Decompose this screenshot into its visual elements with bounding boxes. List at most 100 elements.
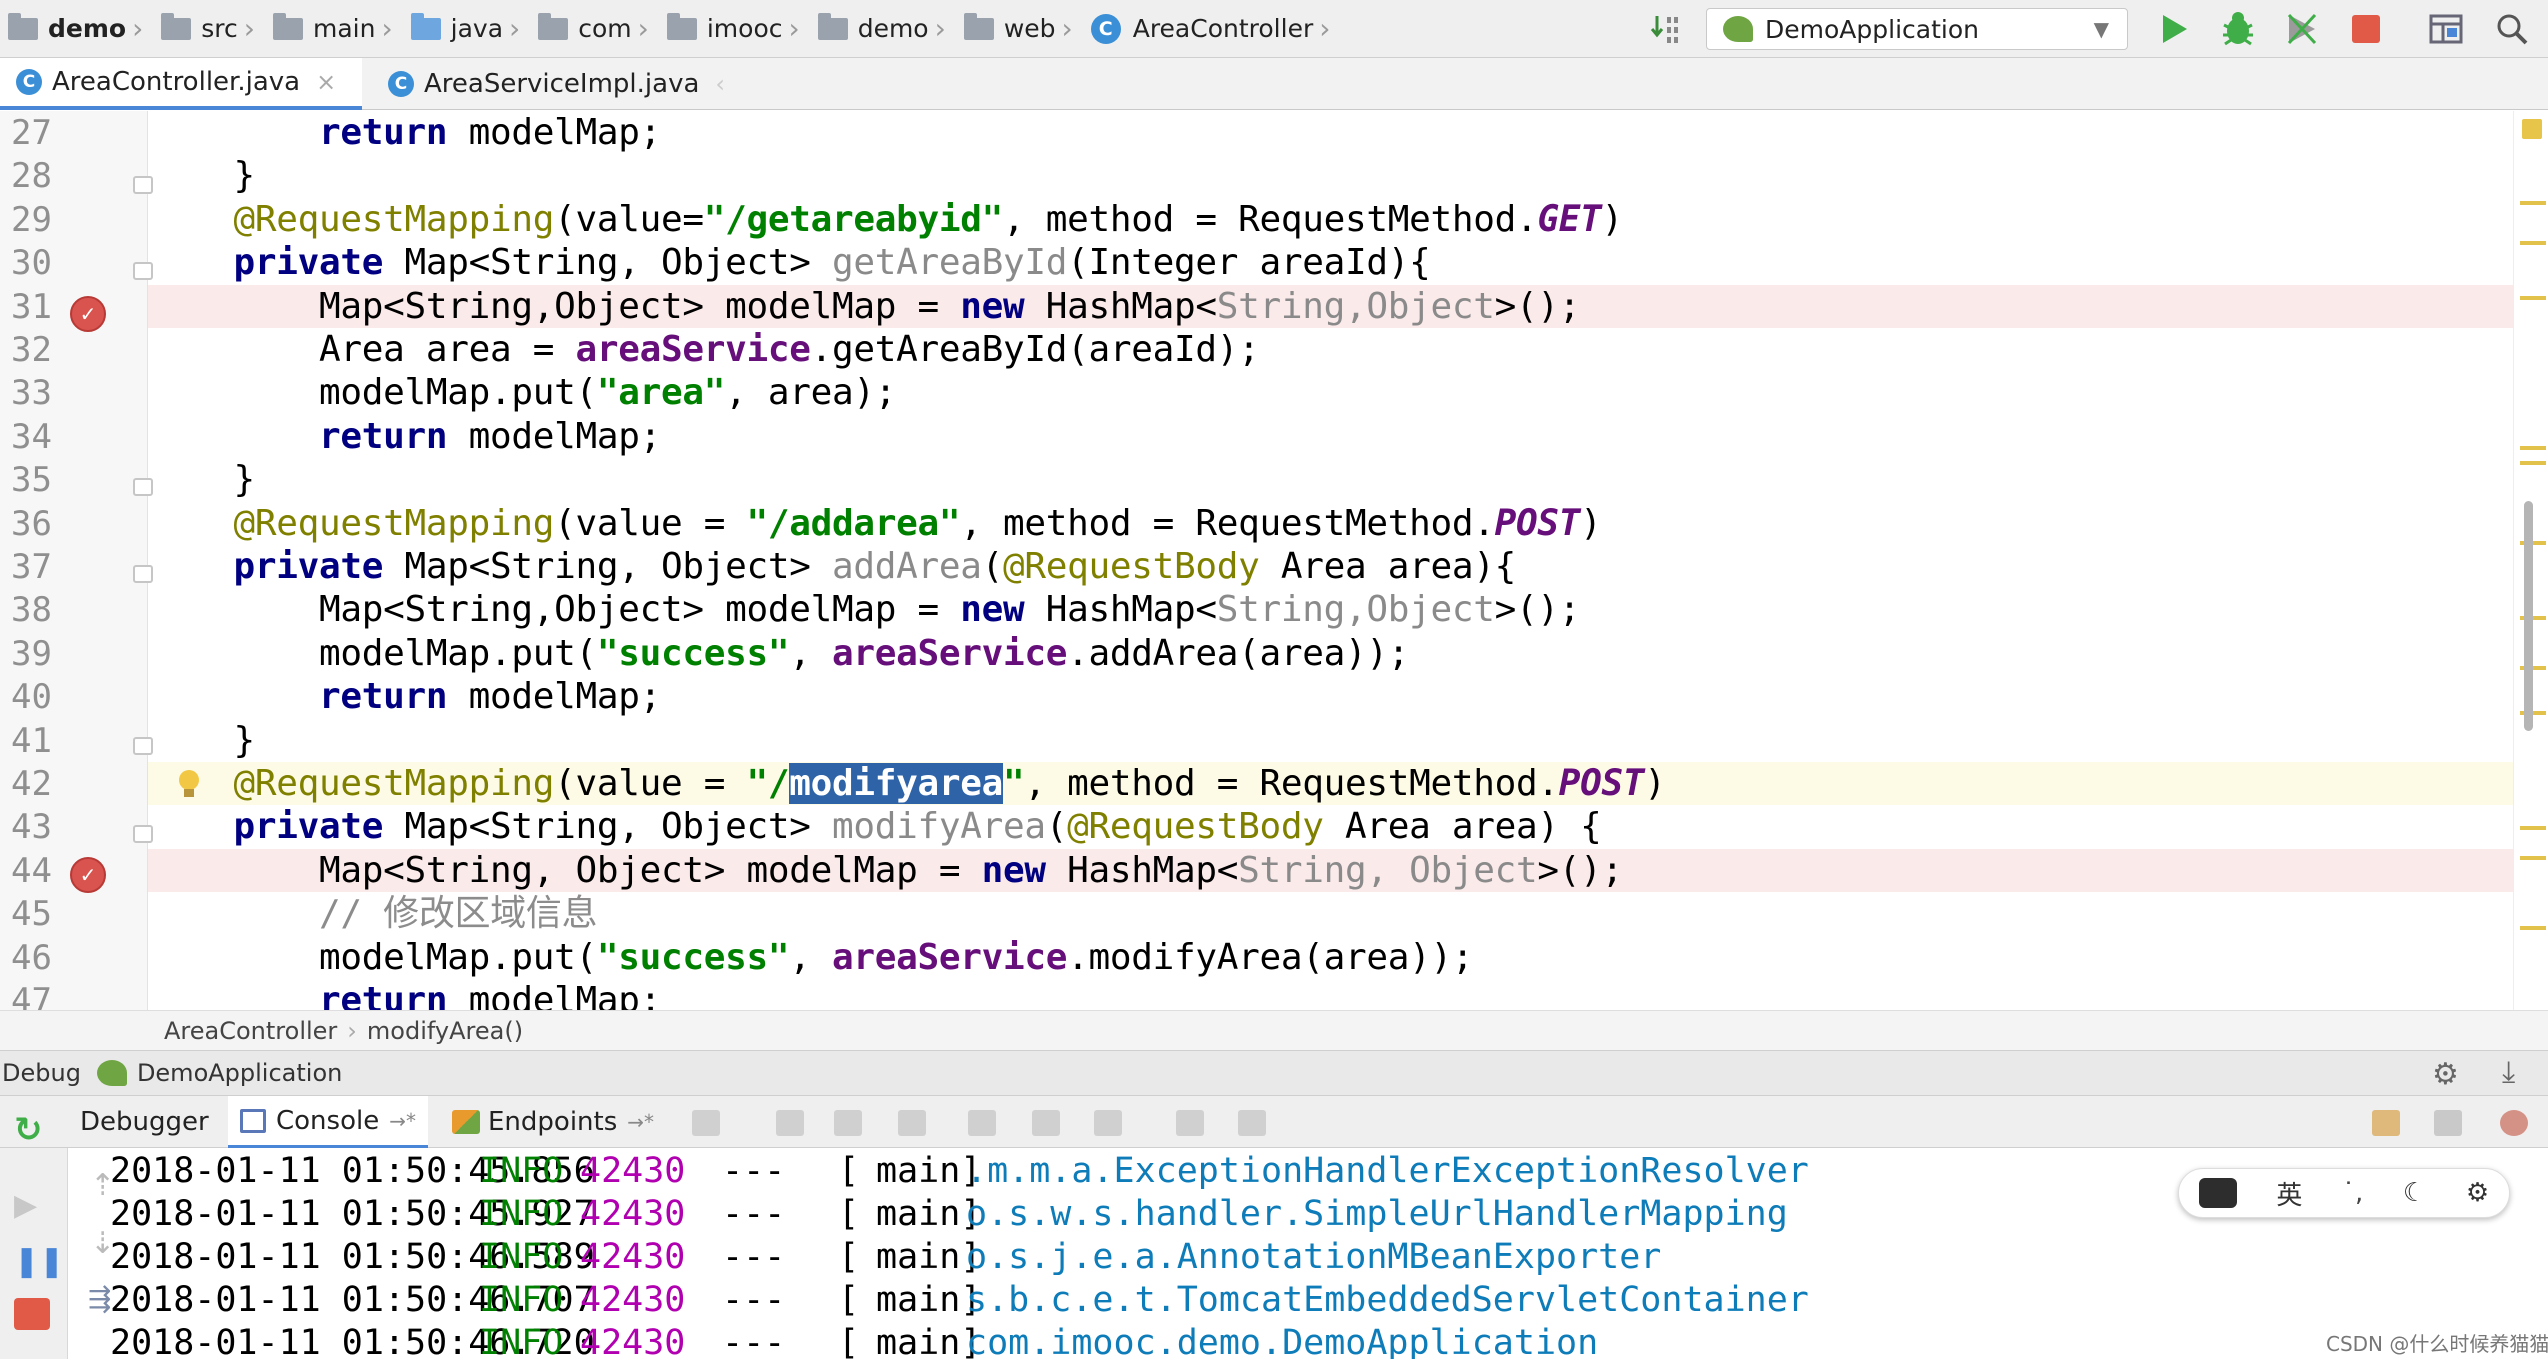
hide-icon[interactable]: ⤓: [2502, 1055, 2515, 1090]
tab-debugger[interactable]: Debugger: [68, 1096, 221, 1148]
line-number[interactable]: 44: [0, 851, 52, 891]
breadcrumb-method[interactable]: modifyArea(): [367, 1017, 523, 1045]
tab-areaserviceimpl[interactable]: C AreaServiceImpl.java ‹: [372, 58, 752, 110]
breadcrumb-demo[interactable]: demo ›: [0, 0, 153, 58]
lightbulb-icon[interactable]: [176, 768, 202, 800]
debug-icon[interactable]: [2216, 8, 2260, 50]
trace-icon[interactable]: [1238, 1110, 1266, 1136]
line-number[interactable]: 40: [0, 677, 52, 717]
fold-icon[interactable]: [133, 478, 153, 496]
breadcrumb-class[interactable]: AreaController: [164, 1017, 337, 1045]
ime-toolbar[interactable]: 英 ˙, ☾ ⚙: [2178, 1168, 2510, 1218]
logger-name[interactable]: o.s.j.e.a.AnnotationMBeanExporter: [966, 1236, 1661, 1279]
ime-language-toggle[interactable]: 英: [2276, 1175, 2302, 1212]
breadcrumb-src[interactable]: src ›: [153, 0, 265, 58]
tab-console[interactable]: Console →*: [228, 1096, 428, 1148]
gear-icon[interactable]: ⚙: [2432, 1057, 2459, 1092]
force-step-into-icon[interactable]: [898, 1110, 926, 1136]
tab-endpoints[interactable]: Endpoints →*: [440, 1096, 666, 1148]
line-number[interactable]: 42: [0, 764, 52, 804]
pin-icon[interactable]: →*: [389, 1109, 416, 1133]
error-stripe-mark[interactable]: [2520, 461, 2546, 465]
show-execution-point-icon[interactable]: [692, 1110, 720, 1136]
run-to-cursor-icon[interactable]: [1094, 1110, 1122, 1136]
inspection-status-icon[interactable]: [2522, 119, 2542, 139]
gear-icon[interactable]: ⚙: [2466, 1178, 2489, 1208]
evaluate-expression-icon[interactable]: [1176, 1110, 1204, 1136]
breakpoint-icon[interactable]: ✓: [70, 857, 106, 893]
breadcrumb-java[interactable]: java ›: [403, 0, 531, 58]
fold-icon[interactable]: [133, 565, 153, 583]
line-number[interactable]: 43: [0, 807, 52, 847]
fold-icon[interactable]: [133, 262, 153, 280]
breadcrumb-web[interactable]: web ›: [956, 0, 1083, 58]
error-stripe-mark[interactable]: [2520, 296, 2546, 300]
coverage-icon[interactable]: [2280, 8, 2324, 50]
line-number[interactable]: 33: [0, 373, 52, 413]
project-structure-icon[interactable]: [2424, 8, 2468, 50]
fold-icon[interactable]: [133, 737, 153, 755]
ime-logo-icon[interactable]: [2198, 1178, 2237, 1208]
debug-session-label[interactable]: DemoApplication: [137, 1059, 342, 1087]
search-icon[interactable]: [2490, 8, 2534, 50]
step-out-icon[interactable]: [968, 1110, 996, 1136]
error-stripe-mark[interactable]: [2520, 446, 2546, 450]
line-number[interactable]: 46: [0, 938, 52, 978]
line-number[interactable]: 32: [0, 330, 52, 370]
line-number[interactable]: 38: [0, 590, 52, 630]
fold-icon[interactable]: [133, 176, 153, 194]
error-stripe-mark[interactable]: [2520, 926, 2546, 930]
logger-name[interactable]: com.imooc.demo.DemoApplication: [966, 1322, 1598, 1359]
rerun-icon[interactable]: ↻: [14, 1110, 50, 1150]
logger-name[interactable]: .m.m.a.ExceptionHandlerExceptionResolver: [966, 1150, 1809, 1193]
stop-icon[interactable]: [2344, 8, 2388, 50]
resume-icon[interactable]: ▶: [14, 1188, 50, 1223]
logger-name[interactable]: o.s.w.s.handler.SimpleUrlHandlerMapping: [966, 1193, 1788, 1236]
stop-icon[interactable]: [14, 1298, 50, 1330]
step-over-icon[interactable]: [776, 1110, 804, 1136]
run-configuration-select[interactable]: DemoApplication ▼: [1706, 8, 2128, 50]
line-number[interactable]: 35: [0, 460, 52, 500]
punctuation-icon[interactable]: ˙,: [2342, 1178, 2363, 1208]
breadcrumb-areacontroller[interactable]: C AreaController ›: [1083, 0, 1341, 58]
line-number[interactable]: 28: [0, 156, 52, 196]
fold-icon[interactable]: [133, 825, 153, 843]
logger-name[interactable]: s.b.c.e.t.TomcatEmbeddedServletContainer: [966, 1279, 1809, 1322]
tab-areacontroller[interactable]: C AreaController.java ×: [0, 58, 362, 110]
line-number[interactable]: 41: [0, 721, 52, 761]
moon-icon[interactable]: ☾: [2403, 1178, 2426, 1208]
breadcrumb-main[interactable]: main ›: [265, 0, 403, 58]
editor-scrollbar[interactable]: [2513, 111, 2548, 1010]
error-stripe-mark[interactable]: [2520, 241, 2546, 245]
restore-layout-icon[interactable]: [2372, 1110, 2400, 1136]
line-number[interactable]: 34: [0, 417, 52, 457]
line-number[interactable]: 37: [0, 547, 52, 587]
build-icon[interactable]: [1646, 8, 1686, 50]
scrollbar-thumb[interactable]: [2524, 501, 2533, 731]
line-number[interactable]: 27: [0, 113, 52, 153]
line-number[interactable]: 31: [0, 287, 52, 327]
line-number[interactable]: 30: [0, 243, 52, 283]
line-number[interactable]: 39: [0, 634, 52, 674]
layout-settings-icon[interactable]: [2434, 1110, 2462, 1136]
code-editor[interactable]: return modelMap; } @RequestMapping(value…: [148, 111, 2513, 1010]
drop-frame-icon[interactable]: [1032, 1110, 1060, 1136]
pin-icon[interactable]: →*: [627, 1110, 654, 1134]
close-icon[interactable]: ‹: [715, 70, 725, 98]
error-stripe-mark[interactable]: [2520, 201, 2546, 205]
close-icon[interactable]: ×: [316, 68, 336, 96]
error-stripe-mark[interactable]: [2520, 856, 2546, 860]
breadcrumb-imooc[interactable]: imooc ›: [659, 0, 810, 58]
console-output[interactable]: ⇡ ⇣ ⇶ 2018-01-11 01:50:45.856 INFO 42430 --…: [68, 1148, 2548, 1359]
breadcrumb-com[interactable]: com ›: [530, 0, 659, 58]
line-number[interactable]: 45: [0, 894, 52, 934]
line-number[interactable]: 29: [0, 200, 52, 240]
breakpoint-icon[interactable]: ✓: [70, 296, 106, 332]
pause-icon[interactable]: ❚❚: [14, 1244, 64, 1279]
profiler-icon[interactable]: [2500, 1110, 2528, 1136]
run-icon[interactable]: [2152, 8, 2196, 50]
error-stripe-mark[interactable]: [2520, 826, 2546, 830]
step-into-icon[interactable]: [834, 1110, 862, 1136]
line-number[interactable]: 36: [0, 504, 52, 544]
breadcrumb-demo-package[interactable]: demo ›: [810, 0, 956, 58]
